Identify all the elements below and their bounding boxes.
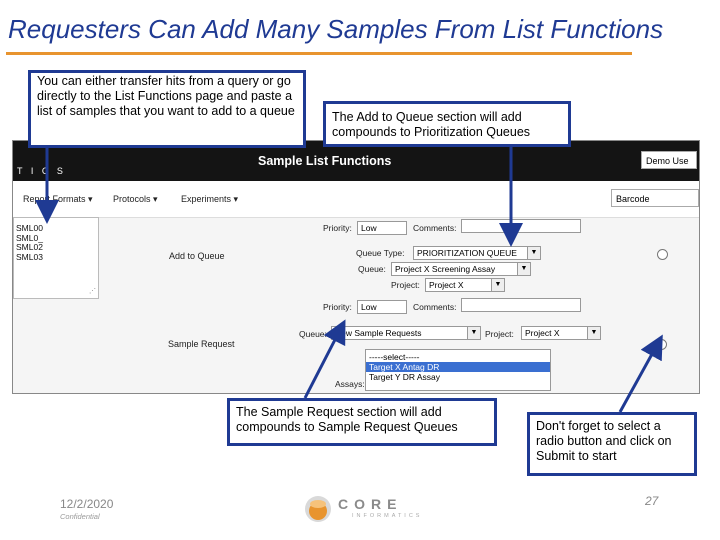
atq-priority-value: Low: [361, 223, 377, 233]
sr-comments-input[interactable]: [461, 298, 581, 312]
resize-grip-icon[interactable]: ⋰: [89, 287, 96, 297]
chevron-down-icon: ▼: [517, 263, 530, 275]
core-logo-icon: [305, 496, 331, 522]
callout-add-to-queue: The Add to Queue section will add compou…: [323, 101, 571, 147]
chevron-down-icon: ▼: [491, 279, 504, 291]
chevron-down-icon: ▼: [527, 247, 540, 259]
sample-request-label: Sample Request: [168, 339, 235, 349]
callout-transfer-hits: You can either transfer hits from a quer…: [28, 70, 306, 148]
sr-priority-value: Low: [361, 302, 377, 312]
atq-priority-select[interactable]: Low: [357, 221, 407, 235]
menu-report-formats[interactable]: Report Formats ▾: [23, 194, 93, 205]
slide-title: Requesters Can Add Many Samples From Lis…: [8, 14, 664, 44]
callout-sample-request: The Sample Request section will add comp…: [227, 398, 497, 446]
sr-project-value: Project X: [525, 328, 560, 338]
sr-project-label: Project:: [485, 329, 514, 339]
atq-project-value: Project X: [429, 280, 464, 290]
sr-project-select[interactable]: Project X ▼: [521, 326, 601, 340]
sr-assays-list[interactable]: -----select----- Target X Antag DR Targe…: [365, 349, 551, 391]
assay-option[interactable]: -----select-----: [366, 352, 550, 362]
atq-comments-label: Comments:: [413, 223, 457, 233]
sr-priority-select[interactable]: Low: [357, 300, 407, 314]
sr-queue-select[interactable]: New Sample Requests ▼: [331, 326, 481, 340]
atq-queue-type-label: Queue Type:: [356, 248, 405, 258]
menu-experiments[interactable]: Experiments ▾: [181, 194, 238, 205]
user-select[interactable]: Demo Use: [641, 151, 697, 169]
assay-option[interactable]: Target Y DR Assay: [366, 372, 550, 382]
atq-queue-select[interactable]: Project X Screening Assay ▼: [391, 262, 531, 276]
menu-bar: Report Formats ▾ Protocols ▾ Experiments…: [13, 181, 699, 218]
footer-date: 12/2/2020: [60, 497, 114, 511]
chevron-down-icon: ▼: [587, 327, 600, 339]
assay-option-selected[interactable]: Target X Antag DR: [366, 362, 550, 372]
atq-priority-label: Priority:: [323, 223, 352, 233]
atq-project-select[interactable]: Project X ▼: [425, 278, 505, 292]
app-screenshot: T I C S Sample List Functions Demo Use R…: [12, 140, 700, 394]
atq-comments-input[interactable]: [461, 219, 581, 233]
footer-confidential: Confidential: [60, 512, 100, 521]
app-logo-fragment: T I C S: [17, 166, 66, 176]
callout-radio-submit: Don't forget to select a radio button an…: [527, 412, 697, 476]
sample-list-textarea[interactable]: SML00 SML0_ SML02 SML03 ⋰: [13, 217, 99, 299]
sample-request-radio[interactable]: [656, 339, 667, 350]
sr-queue-label: Queue:: [299, 329, 327, 339]
sr-assays-label: Assays:: [335, 379, 365, 389]
page-number: 27: [645, 494, 659, 508]
title-rule: [6, 52, 632, 55]
list-item: SML03: [16, 251, 43, 262]
barcode-select[interactable]: Barcode: [611, 189, 699, 207]
sr-comments-label: Comments:: [413, 302, 457, 312]
add-to-queue-label: Add to Queue: [169, 251, 225, 261]
sr-priority-label: Priority:: [323, 302, 352, 312]
menu-protocols[interactable]: Protocols ▾: [113, 194, 158, 205]
app-header-title: Sample List Functions: [258, 154, 392, 168]
core-logo-text: CORE: [338, 496, 403, 512]
atq-project-label: Project:: [391, 280, 420, 290]
sr-queue-value: New Sample Requests: [335, 328, 422, 338]
atq-queue-type-select[interactable]: PRIORITIZATION QUEUE ▼: [413, 246, 541, 260]
atq-queue-value: Project X Screening Assay: [395, 264, 496, 274]
atq-queue-label: Queue:: [358, 264, 386, 274]
core-logo-subtext: INFORMATICS: [352, 513, 423, 519]
chevron-down-icon: ▼: [467, 327, 480, 339]
atq-queue-type-value: PRIORITIZATION QUEUE: [417, 248, 517, 258]
add-to-queue-radio[interactable]: [657, 249, 668, 260]
